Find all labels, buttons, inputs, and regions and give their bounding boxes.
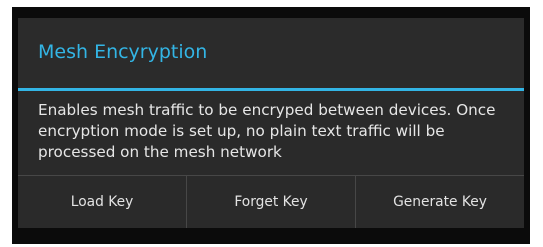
dialog-header: Mesh Encyryption bbox=[18, 18, 524, 88]
dialog-message: Enables mesh traffic to be encryped betw… bbox=[38, 101, 496, 161]
generate-key-button[interactable]: Generate Key bbox=[356, 176, 524, 228]
screen: Mesh Encyryption Enables mesh traffic to… bbox=[0, 0, 543, 247]
title-divider bbox=[18, 88, 524, 91]
forget-key-button[interactable]: Forget Key bbox=[187, 176, 355, 228]
load-key-button[interactable]: Load Key bbox=[18, 176, 186, 228]
dialog-button-bar: Load Key Forget Key Generate Key bbox=[18, 176, 524, 228]
dialog-title: Mesh Encyryption bbox=[38, 41, 208, 63]
mesh-encryption-dialog: Mesh Encyryption Enables mesh traffic to… bbox=[18, 18, 524, 228]
